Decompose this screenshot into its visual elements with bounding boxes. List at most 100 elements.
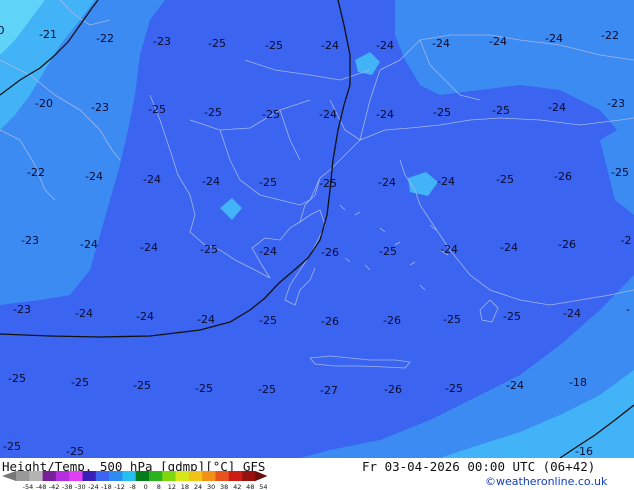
temperature-label: -26 (321, 315, 339, 328)
scale-cell (215, 471, 230, 481)
temperature-label: -25 (66, 445, 84, 458)
color-scale-ticks: -54 -48 -42 -38 -30 -24 -18 -12 -8 0 8 12 18 24 30 38 42… (23, 483, 268, 490)
scale-tick-label: -30 (75, 483, 86, 490)
temperature-label: -25 (3, 440, 21, 453)
temperature-label: -24 (489, 35, 507, 48)
scale-cell (29, 471, 43, 481)
scale-cell (188, 471, 203, 481)
color-scale-legend: -54 -48 -42 -38 -30 -24 -18 -12 -8 0 8 12 18 24 30 38 42… (2, 471, 268, 490)
scale-cell (95, 471, 110, 481)
temperature-label: -26 (554, 170, 572, 183)
color-scale-cells (2, 471, 268, 481)
temperature-label: - (626, 303, 630, 316)
temperature-label: -26 (383, 314, 401, 327)
temperature-label: -24 (506, 379, 524, 392)
scale-tick-label: 42 (233, 483, 241, 490)
scale-tick-label: 54 (259, 483, 267, 490)
temperature-label: -24 (202, 175, 220, 188)
temperature-label: -24 (437, 175, 455, 188)
temperature-label: -24 (378, 176, 396, 189)
scale-arrow-left (2, 471, 16, 481)
temperature-label: -25 (8, 372, 26, 385)
scale-cell (16, 471, 30, 481)
scale-tick-label: 30 (207, 483, 215, 490)
temperature-label: -25 (319, 177, 337, 190)
temperature-label: -25 (492, 104, 510, 117)
temperature-label: -25 (265, 39, 283, 52)
scale-tick-label: 48 (246, 483, 254, 490)
scale-cell (175, 471, 190, 481)
scale-tick-label: 12 (168, 483, 176, 490)
temperature-label: -24 (563, 307, 581, 320)
scale-cell (228, 471, 243, 481)
temperature-label: -26 (384, 383, 402, 396)
scale-cell (122, 471, 136, 481)
temperature-label: -24 (85, 170, 103, 183)
temperature-label: -25 (204, 106, 222, 119)
temperature-label: -24 (259, 245, 277, 258)
temperature-label: -23 (607, 97, 625, 110)
temperature-label: -21 (39, 28, 57, 41)
temperature-label: -24 (548, 101, 566, 114)
scale-cell (109, 471, 123, 481)
temperature-label: -24 (140, 241, 158, 254)
scale-cell (135, 471, 150, 481)
temperature-label: -25 (200, 243, 218, 256)
scale-cell (55, 471, 70, 481)
scale-cell (69, 471, 83, 481)
temperature-label: -26 (321, 246, 339, 259)
scale-tick-label: 38 (220, 483, 228, 490)
temperature-label: -24 (80, 238, 98, 251)
scale-cell (149, 471, 163, 481)
temperature-label: -24 (376, 39, 394, 52)
temperature-label: -24 (545, 32, 563, 45)
temperature-label: -25 (71, 376, 89, 389)
temperature-label: -25 (379, 245, 397, 258)
weather-map[interactable]: 0 -21 -22 -23 -25 -25 -24 -24 -24 -24 -24 -22 -20 -23… (0, 0, 634, 458)
credit-link[interactable]: ©weatheronline.co.uk (485, 475, 607, 488)
temperature-label: -25 (503, 310, 521, 323)
temperature-label: -22 (27, 166, 45, 179)
temperature-label: 0 (0, 24, 5, 37)
temperature-label: -25 (148, 103, 166, 116)
temperature-label: -23 (21, 234, 39, 247)
temperature-label: -24 (136, 310, 154, 323)
scale-cell (202, 471, 216, 481)
scale-tick-label: 0 (144, 483, 148, 490)
temperature-label: -24 (432, 37, 450, 50)
temperature-label: -25 (433, 106, 451, 119)
scale-cell (82, 471, 97, 481)
temperature-label: -25 (133, 379, 151, 392)
temperature-label: -25 (443, 313, 461, 326)
temperature-label: -24 (440, 243, 458, 256)
temperature-label: -24 (500, 241, 518, 254)
temperature-label: -25 (208, 37, 226, 50)
scale-tick-label: 8 (157, 483, 161, 490)
temperature-label: -25 (259, 314, 277, 327)
temperature-label: -26 (558, 238, 576, 251)
temperature-label: -24 (319, 108, 337, 121)
temperature-label: -24 (376, 108, 394, 121)
scale-tick-label: -18 (101, 483, 112, 490)
temperature-label: -24 (75, 307, 93, 320)
scale-tick-label: 18 (181, 483, 189, 490)
temperature-label: -25 (258, 383, 276, 396)
temperature-label: -25 (262, 108, 280, 121)
temperature-label: -24 (197, 313, 215, 326)
temperature-label: -2 (621, 234, 632, 247)
scale-tick-label: -48 (36, 483, 47, 490)
temperature-label: -23 (91, 101, 109, 114)
temperature-label: -25 (195, 382, 213, 395)
temperature-label: -23 (13, 303, 31, 316)
temperature-label: -16 (575, 445, 593, 458)
scale-tick-label: -42 (49, 483, 60, 490)
forecast-datetime: Fr 03-04-2026 00:00 UTC (06+42) (362, 459, 596, 474)
temperature-label: -25 (445, 382, 463, 395)
temperature-label: -22 (96, 32, 114, 45)
temperature-label: -23 (153, 35, 171, 48)
scale-cell (42, 471, 57, 481)
scale-tick-label: 24 (194, 483, 202, 490)
scale-cell (242, 471, 256, 481)
scale-tick-label: -8 (129, 483, 135, 490)
scale-tick-label: -54 (23, 483, 34, 490)
